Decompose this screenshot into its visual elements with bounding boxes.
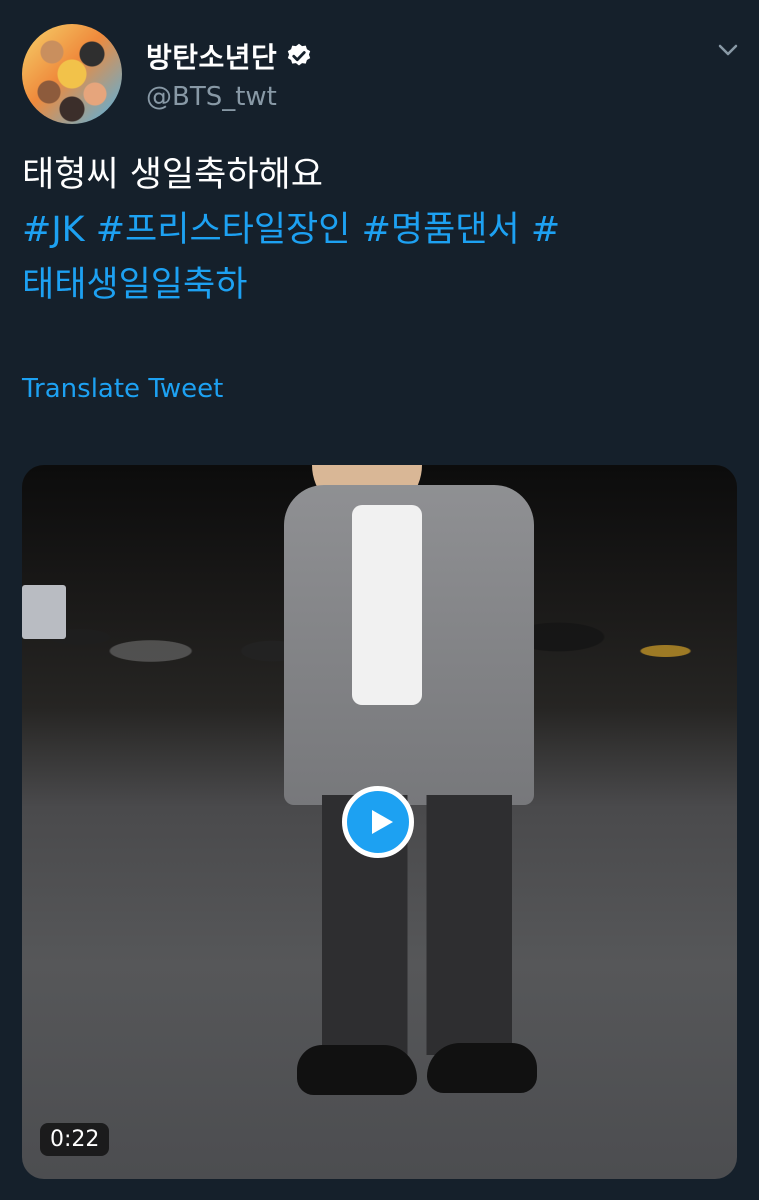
video-player[interactable]: 0:22 [22, 465, 737, 1179]
translate-tweet-link[interactable]: Translate Tweet [22, 374, 223, 404]
play-button[interactable] [342, 786, 414, 858]
tweet-text: 태형씨 생일축하해요 #JK #프리스타일장인 #명품댄서 # 태태생일일축하 [22, 148, 722, 313]
hashtag-line[interactable]: 태태생일일축하 [22, 258, 722, 313]
dancer-shoe [427, 1043, 537, 1093]
video-duration: 0:22 [40, 1123, 110, 1156]
dancer-shirt [352, 505, 422, 705]
tweet-header: 방탄소년단 @BTS_twt [22, 24, 739, 124]
verified-badge-icon [288, 43, 311, 66]
laptop [22, 585, 66, 639]
name-row: 방탄소년단 [146, 36, 313, 76]
avatar[interactable] [22, 24, 122, 124]
user-handle[interactable]: @BTS_twt [146, 82, 277, 112]
chevron-down-icon[interactable] [717, 42, 739, 58]
tweet-text-line: 태형씨 생일축하해요 [22, 155, 323, 195]
hashtag-line[interactable]: #JK #프리스타일장인 #명품댄서 # [22, 203, 722, 258]
play-icon [372, 810, 393, 834]
dancer-shoe [297, 1045, 417, 1095]
display-name[interactable]: 방탄소년단 [146, 36, 277, 76]
